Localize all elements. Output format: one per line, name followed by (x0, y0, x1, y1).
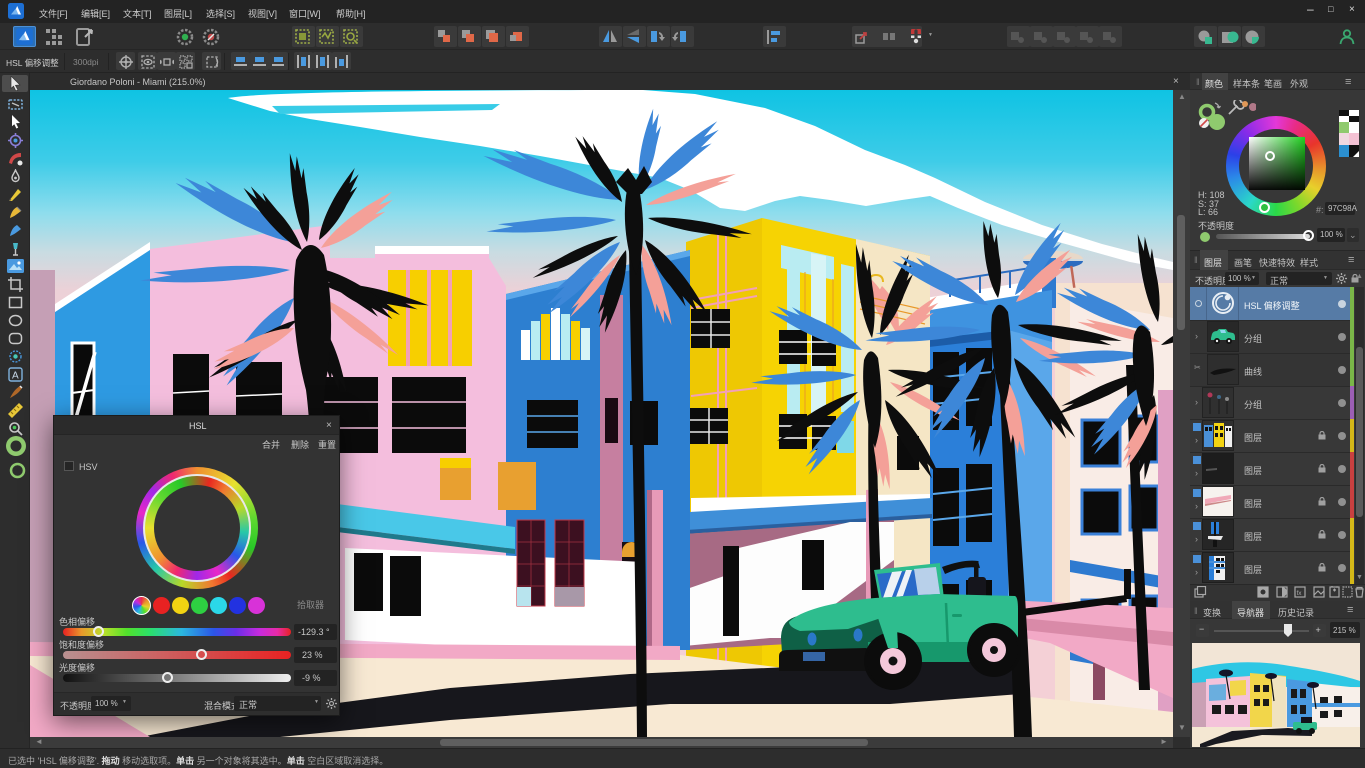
svg-text:fx: fx (1297, 590, 1303, 597)
svg-text:A: A (12, 371, 19, 382)
